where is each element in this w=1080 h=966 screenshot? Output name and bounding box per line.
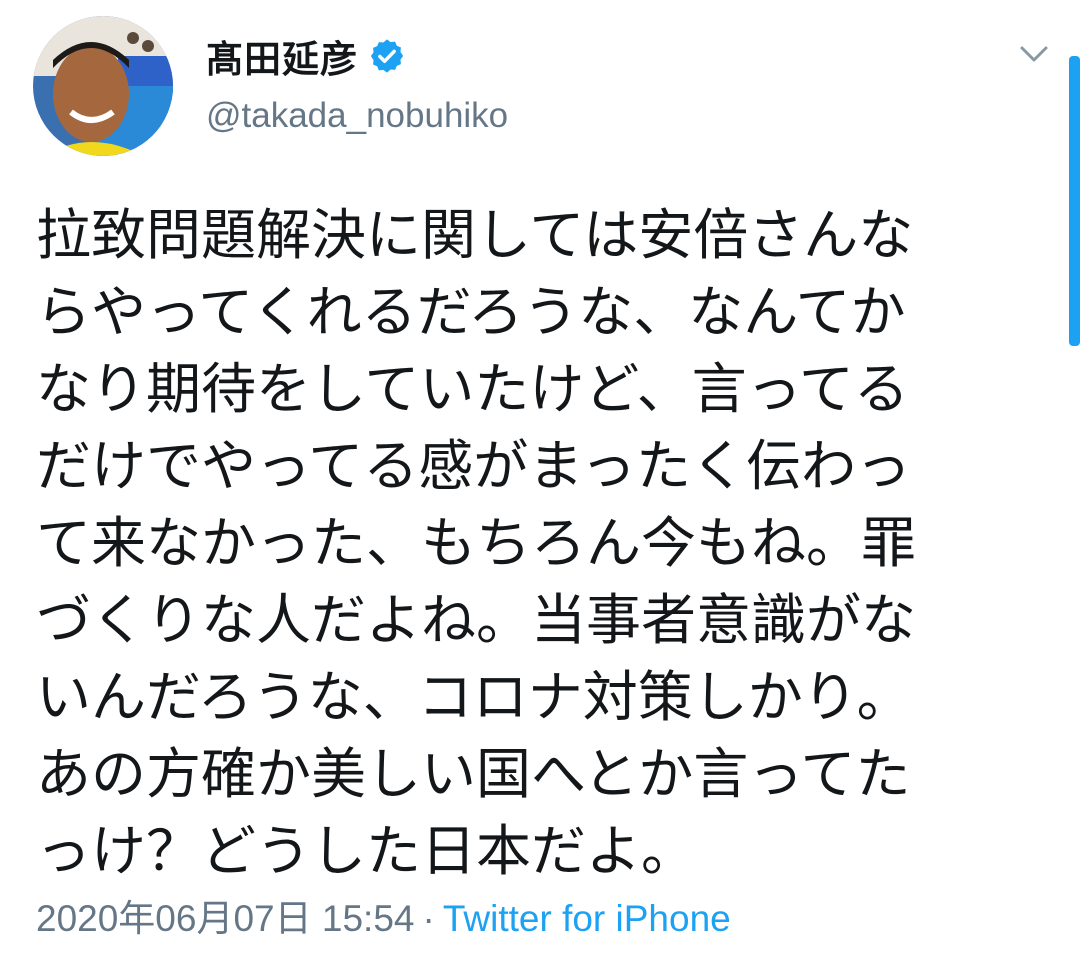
- tweet-line: いんだろうな、コロナ対策しかり。: [36, 665, 912, 729]
- tweet-text: 拉致問題解決に関しては安倍さんな らやってくれるだろうな、なんてか なり期待をし…: [36, 197, 1036, 890]
- avatar[interactable]: [33, 16, 173, 156]
- tweet-line: あの方確か美しい国へとか言ってた: [36, 742, 911, 806]
- tweet-line: なり期待をしていたけど、言ってる: [36, 357, 909, 421]
- timestamp[interactable]: 2020年06月07日 15:54: [36, 898, 415, 939]
- source-link[interactable]: Twitter for iPhone: [443, 898, 731, 939]
- tweet-line: らやってくれるだろうな、なんてか: [36, 280, 906, 344]
- chevron-down-icon[interactable]: [1016, 36, 1052, 72]
- avatar-photo: [33, 16, 173, 156]
- tweet-line: て来なかった、もちろん今もね。罪: [36, 511, 917, 575]
- tweet-line: づくりな人だよね。当事者意識がな: [36, 588, 917, 652]
- verified-badge-icon: [368, 37, 406, 75]
- tweet-line: 拉致問題解決に関しては安倍さんな: [36, 203, 914, 267]
- scrollbar-thumb[interactable]: [1069, 56, 1080, 346]
- user-handle[interactable]: @takada_nobuhiko: [206, 96, 508, 136]
- author-name-row[interactable]: 髙田延彦: [206, 28, 406, 84]
- tweet-line: だけでやってる感がまったく伝わっ: [36, 434, 912, 498]
- meta-separator: ·: [422, 898, 435, 939]
- tweet-line: っけ？どうした日本だよ。: [36, 819, 697, 883]
- display-name[interactable]: 髙田延彦: [206, 29, 358, 83]
- tweet-meta: 2020年06月07日 15:54 · Twitter for iPhone: [36, 892, 731, 946]
